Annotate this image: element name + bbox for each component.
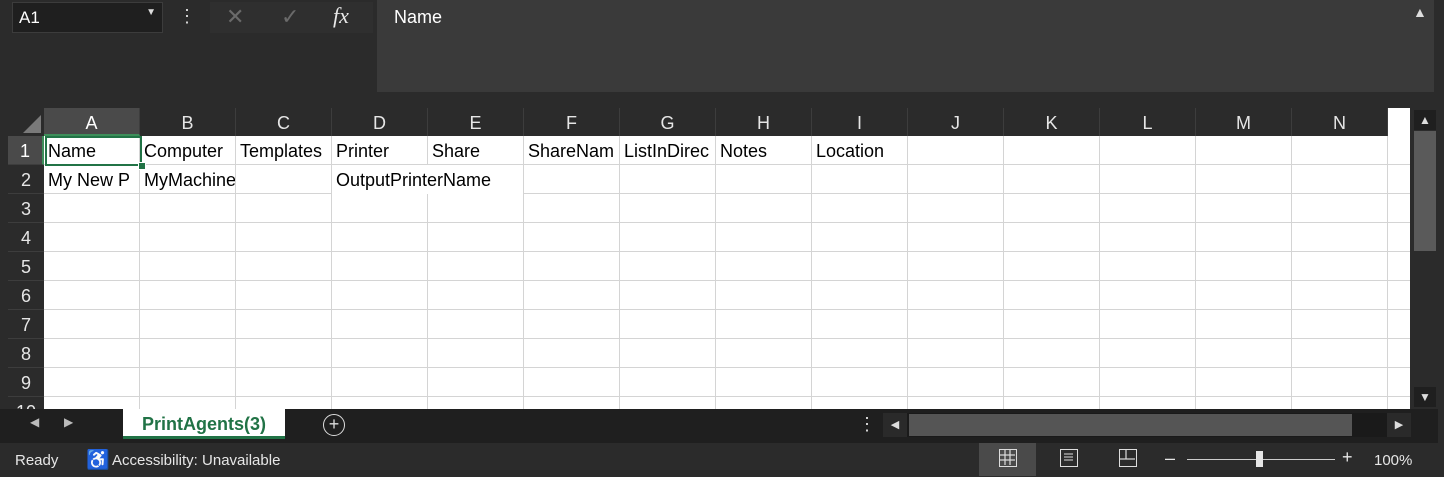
status-ready: Ready [15,452,59,469]
column-header-c[interactable]: C [236,108,332,136]
insert-function-icon[interactable]: fx [333,3,349,29]
normal-view-icon[interactable] [999,449,1017,467]
gridline-vertical [1195,136,1196,409]
cell-h1[interactable]: Notes [716,136,811,165]
chevron-down-icon[interactable]: ▼ [146,7,156,18]
cell-d1[interactable]: Printer [332,136,427,165]
gridline-horizontal [44,193,1410,194]
zoom-level[interactable]: 100% [1374,452,1412,469]
row-header-3[interactable]: 3 [8,194,44,223]
more-options-icon[interactable]: ⋮ [178,4,196,30]
column-header-b[interactable]: B [140,108,236,136]
cell-b1[interactable]: Computer [140,136,235,165]
name-box[interactable]: A1 ▼ [12,2,163,33]
gridline-horizontal [44,222,1410,223]
gridline-horizontal [44,396,1410,397]
gridline-horizontal [44,367,1410,368]
gridline-vertical [907,136,908,409]
gridline-vertical [1003,136,1004,409]
row-header-4[interactable]: 4 [8,223,44,252]
gridline-horizontal [44,338,1410,339]
row-header-8[interactable]: 8 [8,339,44,368]
cell-area[interactable]: Name Computer Templates Printer Share ShareNa… [44,136,1410,409]
previous-sheet-icon[interactable]: ◀ [30,415,39,429]
cell-i1[interactable]: Location [812,136,907,165]
row-header-1[interactable]: 1 [8,136,44,165]
window-edge [1438,0,1444,477]
gridline-vertical [235,136,236,409]
page-break-view-icon[interactable] [1119,449,1137,467]
gridline-horizontal [44,251,1410,252]
scroll-right-icon[interactable]: ▶ [1387,413,1411,437]
column-header-m[interactable]: M [1196,108,1292,136]
column-header-i[interactable]: I [812,108,908,136]
zoom-out-icon[interactable]: – [1165,448,1175,469]
collapse-formula-bar-icon[interactable]: ▲ [1413,4,1427,20]
column-header-f[interactable]: F [524,108,620,136]
gridline-horizontal [44,309,1410,310]
scroll-down-icon[interactable]: ▼ [1414,387,1436,407]
scroll-up-icon[interactable]: ▲ [1414,110,1436,130]
gridline-vertical [619,136,620,409]
gridline-vertical [1291,136,1292,409]
row-header-2[interactable]: 2 [8,165,44,194]
select-all-button[interactable] [8,108,44,136]
column-header-g[interactable]: G [620,108,716,136]
row-header-7[interactable]: 7 [8,310,44,339]
gridline-vertical [1387,136,1388,409]
cell-b2[interactable]: MyMachine [140,165,235,194]
formula-input[interactable]: Name [377,0,1434,92]
gridline-horizontal [44,280,1410,281]
accessibility-icon[interactable]: ♿ [86,448,110,472]
active-cell-border [45,136,142,166]
column-header-k[interactable]: K [1004,108,1100,136]
zoom-slider-thumb[interactable] [1256,451,1263,467]
column-header-n[interactable]: N [1292,108,1388,136]
cell-g1[interactable]: ListInDirec [620,136,715,165]
name-box-value: A1 [19,8,40,27]
gridline-vertical [1099,136,1100,409]
row-header-9[interactable]: 9 [8,368,44,397]
accessibility-status[interactable]: Accessibility: Unavailable [112,452,280,469]
row-header-6[interactable]: 6 [8,281,44,310]
cell-c1[interactable]: Templates [236,136,331,165]
row-header-10[interactable]: 10 [8,397,44,409]
row-header-5[interactable]: 5 [8,252,44,281]
gridline-vertical [811,136,812,409]
page-layout-view-icon[interactable] [1060,449,1078,467]
cell-f1[interactable]: ShareNam [524,136,619,165]
cell-e1[interactable]: Share [428,136,523,165]
enter-check-icon[interactable]: ✓ [281,4,299,30]
column-header-j[interactable]: J [908,108,1004,136]
zoom-in-icon[interactable]: + [1342,447,1353,468]
gridline-vertical [523,136,524,409]
scroll-left-icon[interactable]: ◀ [883,413,907,437]
cell-d2[interactable]: OutputPrinterName [332,165,523,194]
gridline-vertical [715,136,716,409]
column-header-a[interactable]: A [44,108,140,136]
vertical-scroll-thumb[interactable] [1414,131,1436,251]
column-header-e[interactable]: E [428,108,524,136]
cell-a2[interactable]: My New P [44,165,139,194]
fill-handle[interactable] [138,162,146,170]
formula-value: Name [394,7,443,27]
horizontal-scroll-thumb[interactable] [909,414,1352,436]
cancel-icon[interactable]: ✕ [226,4,244,30]
column-header-l[interactable]: L [1100,108,1196,136]
column-header-h[interactable]: H [716,108,812,136]
sheet-tab-printagents[interactable]: PrintAgents(3) [123,409,285,439]
worksheet-grid: ABCDEFGHIJKLMN 12345678910 NameComputerT… [8,108,1410,409]
next-sheet-icon[interactable]: ▶ [64,415,73,429]
column-header-d[interactable]: D [332,108,428,136]
add-sheet-icon[interactable]: + [323,414,345,436]
tab-options-icon[interactable]: ⋮ [858,414,876,435]
